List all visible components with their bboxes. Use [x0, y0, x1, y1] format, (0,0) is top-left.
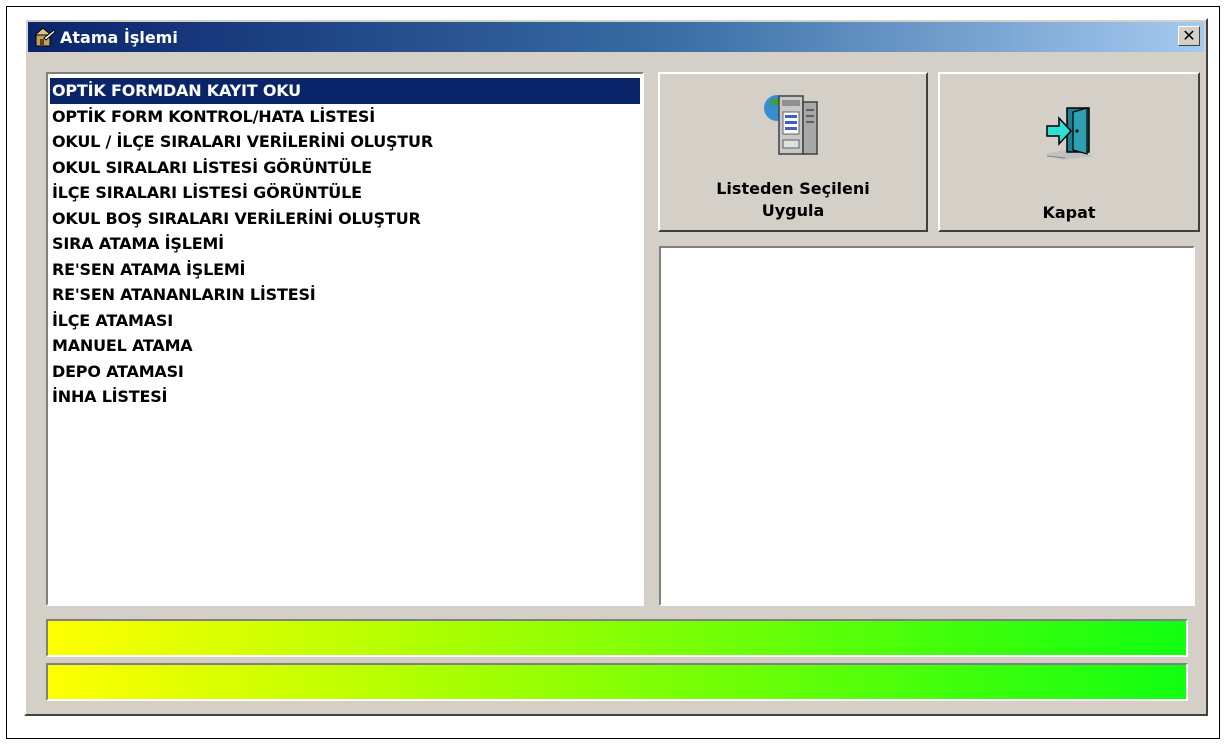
close-button[interactable]: Kapat: [938, 72, 1200, 232]
list-item[interactable]: İLÇE ATAMASI: [50, 308, 638, 334]
operations-listbox[interactable]: OPTİK FORMDAN KAYIT OKU OPTİK FORM KONTRO…: [46, 72, 644, 606]
atama-islemi-window: Atama İşlemi ✕ OPTİK FORMDAN KAYIT OKU OP…: [24, 18, 1208, 716]
progress-bar-2-fill: [48, 665, 1186, 699]
output-memo[interactable]: [659, 246, 1195, 606]
list-item[interactable]: RE'SEN ATAMA İŞLEMİ: [50, 257, 638, 283]
list-item[interactable]: OKUL / İLÇE SIRALARI VERİLERİNİ OLUŞTUR: [50, 129, 638, 155]
window-title: Atama İşlemi: [60, 27, 178, 47]
close-window-button[interactable]: ✕: [1178, 26, 1200, 46]
list-item[interactable]: OKUL BOŞ SIRALARI VERİLERİNİ OLUŞTUR: [50, 206, 638, 232]
list-item[interactable]: İNHA LİSTESİ: [50, 384, 638, 410]
progress-bar-1-fill: [48, 621, 1186, 655]
apply-label-line2: Uygula: [761, 201, 825, 220]
apply-label-line1: Listeden Seçileni: [716, 179, 870, 198]
list-item[interactable]: OPTİK FORM KONTROL/HATA LİSTESİ: [50, 104, 638, 130]
progress-bar-1: [46, 619, 1188, 657]
exit-door-icon: [1045, 107, 1093, 160]
list-item[interactable]: OPTİK FORMDAN KAYIT OKU: [50, 78, 640, 104]
close-button-label: Kapat: [1042, 203, 1096, 222]
list-item[interactable]: DEPO ATAMASI: [50, 359, 638, 385]
server-computer-icon: [764, 95, 818, 155]
list-item[interactable]: MANUEL ATAMA: [50, 333, 638, 359]
list-item[interactable]: RE'SEN ATANANLARIN LİSTESİ: [50, 282, 638, 308]
list-item[interactable]: OKUL SIRALARI LİSTESİ GÖRÜNTÜLE: [50, 155, 638, 181]
apply-selected-button[interactable]: Listeden Seçileni Uygula: [658, 72, 928, 232]
close-icon: ✕: [1182, 26, 1196, 45]
list-item[interactable]: İLÇE SIRALARI LİSTESİ GÖRÜNTÜLE: [50, 180, 638, 206]
list-item[interactable]: SIRA ATAMA İŞLEMİ: [50, 231, 638, 257]
app-icon: [34, 27, 56, 47]
progress-bar-2: [46, 663, 1188, 701]
title-bar[interactable]: Atama İşlemi ✕: [28, 22, 1204, 52]
apply-button-label: Listeden Seçileni Uygula: [660, 178, 926, 222]
